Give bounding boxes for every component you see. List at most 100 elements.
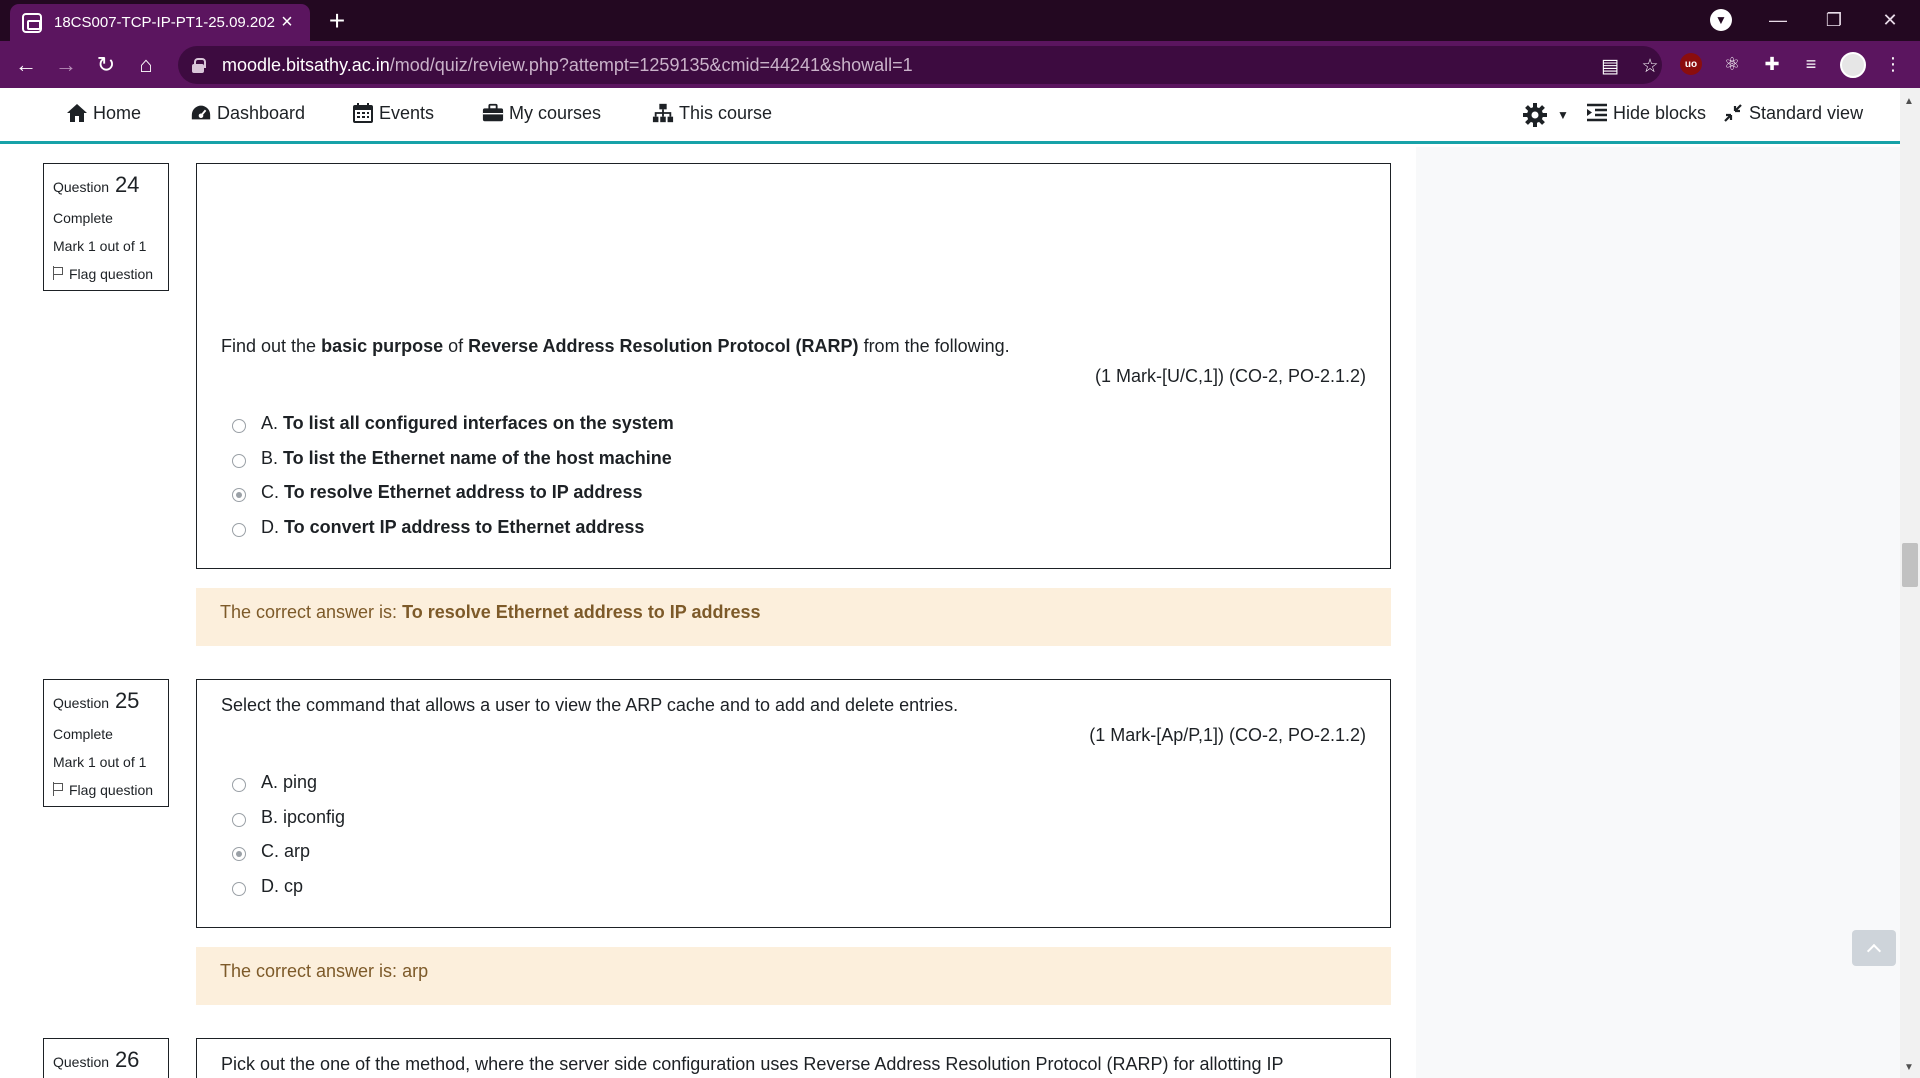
tab-search-icon[interactable]: ▼ — [1710, 9, 1732, 31]
tab-title: 18CS007-TCP-IP-PT1-25.09.2021 — [54, 14, 276, 31]
atom-extension-icon[interactable]: ⚛ — [1719, 51, 1745, 77]
radio-icon[interactable] — [232, 881, 246, 896]
option-letter: D. — [261, 876, 279, 896]
feedback-answer: To resolve Ethernet address to IP addres… — [402, 602, 761, 622]
close-tab-icon[interactable]: × — [276, 11, 298, 34]
url-host: moodle.bitsathy.ac.in — [222, 54, 390, 75]
back-to-top-button[interactable] — [1852, 930, 1896, 966]
feedback-answer: arp — [402, 961, 429, 981]
question-info-26: Question 26 — [43, 1038, 169, 1078]
profile-avatar[interactable] — [1840, 52, 1866, 78]
settings-menu[interactable]: ▼ — [1522, 102, 1569, 128]
question-number: 26 — [114, 1047, 140, 1072]
reload-icon[interactable]: ↻ — [90, 49, 122, 81]
radio-icon[interactable] — [232, 418, 246, 433]
nav-dashboard[interactable]: Dashboard — [190, 102, 305, 124]
option-text: To list the Ethernet name of the host ma… — [283, 448, 672, 468]
option-text: ipconfig — [283, 807, 346, 827]
nav-events[interactable]: Events — [352, 102, 434, 124]
new-tab-icon[interactable]: + — [322, 5, 352, 37]
forward-icon[interactable]: → — [50, 49, 82, 81]
question-text-part: Find out the — [221, 336, 322, 356]
scroll-down-icon[interactable]: ▼ — [1904, 1062, 1914, 1073]
option-text: ping — [283, 772, 318, 792]
radio-icon[interactable] — [232, 777, 246, 792]
nav-this-course[interactable]: This course — [652, 102, 772, 124]
option-letter: D. — [261, 517, 279, 537]
close-window-icon[interactable]: ✕ — [1862, 0, 1918, 41]
feedback-prefix: The correct answer is: — [220, 961, 403, 981]
browser-tab[interactable]: 18CS007-TCP-IP-PT1-25.09.2021 × — [10, 4, 310, 41]
answer-option[interactable]: D. To convert IP address to Ethernet add… — [232, 517, 644, 538]
flag-question-link[interactable]: Flag question — [53, 266, 159, 282]
ublock-extension-icon[interactable]: uo — [1680, 53, 1702, 75]
standard-view-button[interactable]: Standard view — [1722, 102, 1863, 124]
radio-selected-icon[interactable] — [232, 846, 246, 861]
address-bar[interactable]: moodle.bitsathy.ac.in/mod/quiz/review.ph… — [178, 46, 1662, 84]
home-page-icon[interactable]: ⌂ — [130, 49, 162, 81]
home-icon — [66, 102, 88, 124]
answer-option[interactable]: A. To list all configured interfaces on … — [232, 413, 674, 434]
browser-tab-bar: 18CS007-TCP-IP-PT1-25.09.2021 × + ▼ — ❐ … — [0, 0, 1920, 41]
calendar-icon — [352, 102, 374, 124]
nav-home[interactable]: Home — [66, 102, 141, 124]
browser-toolbar: ← → ↻ ⌂ moodle.bitsathy.ac.in/mod/quiz/r… — [0, 41, 1920, 88]
question-mark-info: (1 Mark-[Ap/P,1]) (CO-2, PO-2.1.2) — [1089, 725, 1366, 745]
option-letter: C. — [261, 841, 279, 861]
answer-option-selected[interactable]: C. arp — [232, 841, 310, 862]
caret-down-icon: ▼ — [1557, 108, 1569, 122]
reader-mode-icon[interactable]: ▤ — [1598, 55, 1622, 78]
question-state: Complete — [53, 726, 113, 742]
question-info-25: Question 25 Complete Mark 1 out of 1 Fla… — [43, 679, 169, 807]
option-letter: A. — [261, 772, 279, 792]
question-mark-info: (1 Mark-[U/C,1]) (CO-2, PO-2.1.2) — [1094, 366, 1366, 386]
option-letter: B. — [261, 807, 279, 827]
scroll-up-icon[interactable]: ▲ — [1904, 96, 1914, 107]
radio-icon[interactable] — [232, 522, 246, 537]
flag-icon — [53, 782, 63, 796]
question-info-24: Question 24 Complete Mark 1 out of 1 Fla… — [43, 163, 169, 291]
answer-option[interactable]: D. cp — [232, 876, 303, 897]
answer-option-selected[interactable]: C. To resolve Ethernet address to IP add… — [232, 482, 642, 503]
question-text: Find out the basic purpose of Reverse Ad… — [221, 336, 1010, 357]
answer-option[interactable]: A. ping — [232, 772, 317, 793]
option-letter: B. — [261, 448, 279, 468]
flag-question-link[interactable]: Flag question — [53, 782, 159, 798]
question-state: Complete — [53, 210, 113, 226]
chevron-up-icon — [1866, 943, 1882, 958]
radio-selected-icon[interactable] — [232, 487, 246, 502]
scrollbar-thumb[interactable] — [1902, 543, 1918, 587]
minimize-icon[interactable]: — — [1750, 0, 1806, 41]
browser-menu-icon[interactable]: ⋮ — [1880, 51, 1906, 77]
correct-answer-feedback: The correct answer is: To resolve Ethern… — [196, 588, 1391, 646]
option-text: To list all configured interfaces on the… — [283, 413, 674, 433]
back-icon[interactable]: ← — [10, 49, 42, 81]
hide-blocks-button[interactable]: Hide blocks — [1586, 102, 1706, 124]
bookmark-star-icon[interactable]: ☆ — [1638, 55, 1662, 78]
sitemap-icon — [652, 102, 674, 124]
question-text: Pick out the one of the method, where th… — [221, 1054, 1284, 1074]
option-letter: A. — [261, 413, 279, 433]
answer-option[interactable]: B. ipconfig — [232, 807, 345, 828]
standard-view-label: Standard view — [1749, 102, 1864, 123]
extensions-puzzle-icon[interactable]: ✚ — [1759, 51, 1785, 77]
question-text-part: of — [443, 336, 469, 356]
answer-option[interactable]: B. To list the Ethernet name of the host… — [232, 448, 672, 469]
question-text-bold: Reverse Address Resolution Protocol (RAR… — [468, 336, 859, 356]
radio-icon[interactable] — [232, 812, 246, 827]
nav-my-courses[interactable]: My courses — [482, 102, 601, 124]
question-grade: Mark 1 out of 1 — [53, 238, 147, 254]
option-text: cp — [284, 876, 304, 896]
feedback-prefix: The correct answer is: — [220, 602, 403, 622]
dashboard-icon — [190, 102, 212, 124]
option-text: To resolve Ethernet address to IP addres… — [284, 482, 643, 502]
radio-icon[interactable] — [232, 453, 246, 468]
question-label: Question — [53, 179, 110, 195]
url-path: /mod/quiz/review.php?attempt=1259135&cmi… — [389, 54, 913, 75]
flag-icon — [53, 266, 63, 280]
question-box-24: Find out the basic purpose of Reverse Ad… — [196, 163, 1391, 569]
media-queue-icon[interactable]: ≡ — [1798, 51, 1824, 77]
question-label: Question — [53, 695, 110, 711]
flag-question-label: Flag question — [69, 266, 154, 282]
restore-icon[interactable]: ❐ — [1806, 0, 1862, 41]
